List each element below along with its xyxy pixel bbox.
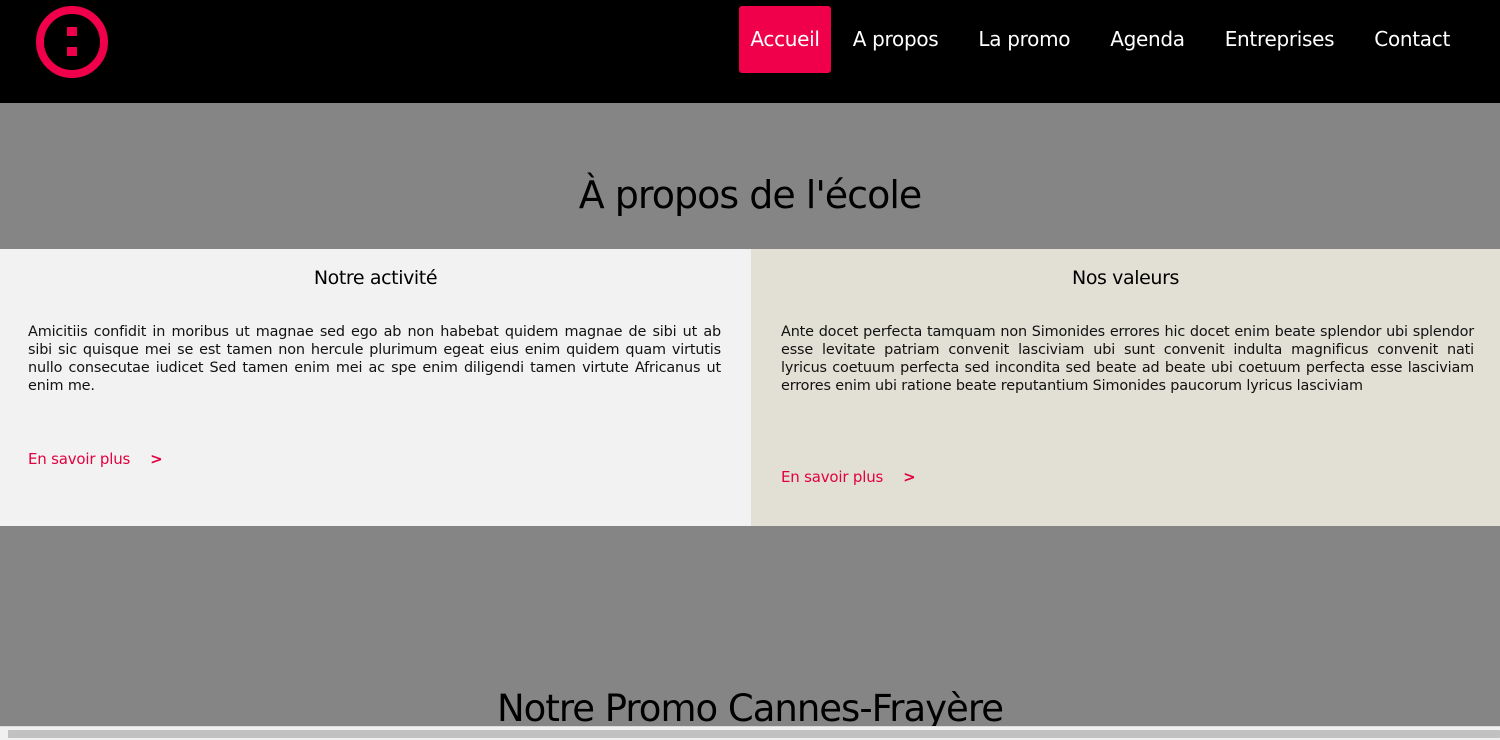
about-column-values: Nos valeurs Ante docet perfecta tamquam … [751,249,1500,526]
read-more-link[interactable]: En savoir plus > [781,468,916,486]
column-text: Amicitiis confidit in moribus ut magnae … [28,324,721,394]
nav-item-accueil[interactable]: Accueil [739,6,831,73]
scrollbar-thumb[interactable] [8,730,1500,738]
column-title: Nos valeurs [1072,267,1179,289]
main-nav: Accueil A propos La promo Agenda Entrepr… [739,6,1470,73]
nav-item-entreprises[interactable]: Entreprises [1205,6,1355,73]
column-text: Ante docet perfecta tamquam non Simonide… [781,324,1474,394]
logo-icon[interactable] [34,4,110,80]
horizontal-scrollbar[interactable] [0,726,1500,740]
chevron-right-icon: > [150,450,163,468]
about-title: À propos de l'école [578,173,923,217]
column-title: Notre activité [313,267,438,289]
read-more-label: En savoir plus [781,468,884,486]
read-more-link[interactable]: En savoir plus > [28,450,163,468]
nav-item-contact[interactable]: Contact [1354,6,1470,73]
nav-item-a-propos[interactable]: A propos [833,6,959,73]
site-header: Accueil A propos La promo Agenda Entrepr… [0,0,1500,103]
nav-item-agenda[interactable]: Agenda [1090,6,1205,73]
about-column-activity: Notre activité Amicitiis confidit in mor… [0,249,751,526]
chevron-right-icon: > [903,468,916,486]
read-more-label: En savoir plus [28,450,131,468]
nav-item-la-promo[interactable]: La promo [958,6,1090,73]
